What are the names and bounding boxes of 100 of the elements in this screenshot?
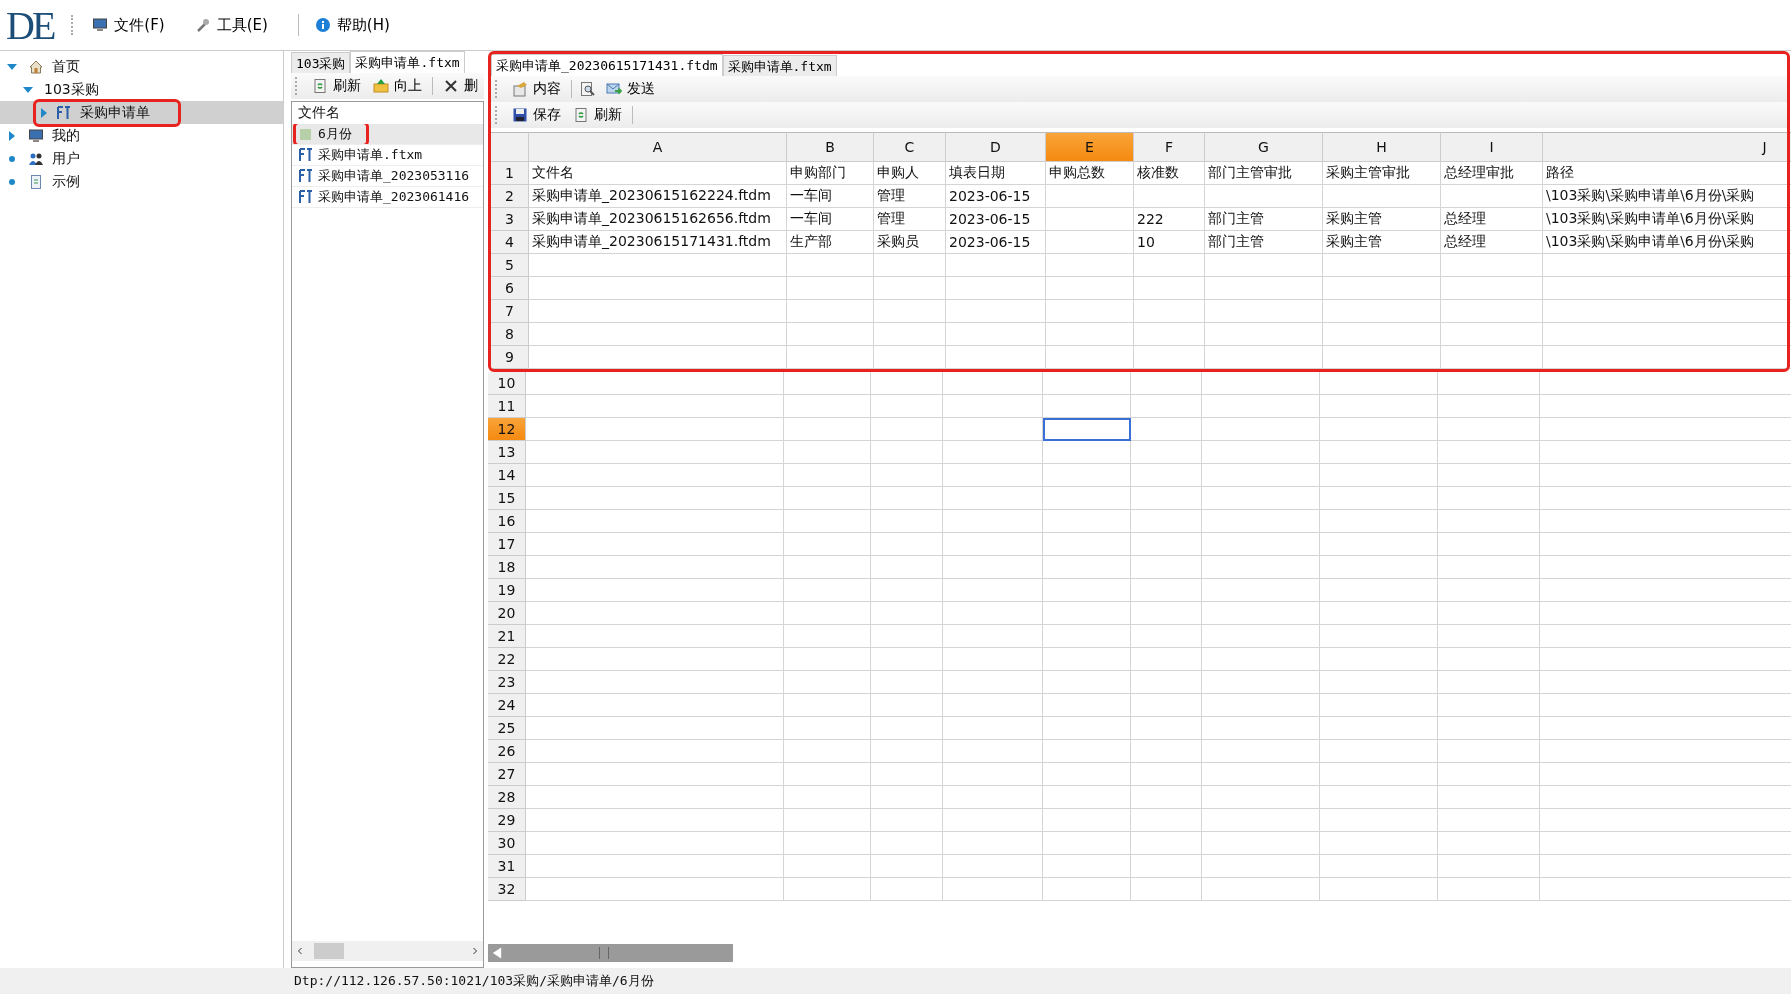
table-cell: 总经理审批 [1441, 162, 1543, 185]
column-header[interactable]: G [1205, 132, 1323, 162]
tree-label: 103采购 [44, 80, 99, 99]
menu-item[interactable]: 文件(F) [88, 11, 183, 39]
selected-cell[interactable] [1043, 418, 1131, 441]
table-cell: 管理 [874, 185, 946, 208]
column-header[interactable]: J [1543, 132, 1791, 162]
column-header[interactable]: F [1134, 132, 1205, 162]
tree-item[interactable]: 103采购 [0, 78, 283, 101]
row-number: 2 [491, 185, 529, 208]
row-number: 21 [488, 625, 526, 648]
table-cell [871, 556, 943, 579]
horizontal-scrollbar[interactable] [488, 944, 733, 962]
table-cell [871, 395, 943, 418]
toolbar-button[interactable]: 内容 [508, 78, 565, 100]
table-cell: 总经理 [1441, 208, 1543, 231]
scroll-right-icon[interactable] [470, 946, 480, 956]
toolbar-button[interactable]: 刷新 [308, 75, 365, 97]
file-name: 采购申请单.ftxm [318, 146, 423, 164]
table-cell [1134, 277, 1205, 300]
table-cell [871, 625, 943, 648]
table-cell [1131, 740, 1202, 763]
row-number: 19 [488, 579, 526, 602]
file-item[interactable]: 采购申请单_2023061416 [292, 187, 483, 208]
menu-item[interactable]: 工具(E) [190, 11, 286, 39]
table-cell [1131, 533, 1202, 556]
table-cell [874, 323, 946, 346]
row-number: 10 [488, 372, 526, 395]
column-header[interactable]: B [787, 132, 874, 162]
folder-up-icon [373, 78, 389, 94]
tab[interactable]: 103采购 [291, 52, 351, 73]
file-item[interactable]: 采购申请单.ftxm [292, 145, 483, 166]
tree-item[interactable]: 采购申请单 [0, 101, 283, 124]
table-cell [1131, 556, 1202, 579]
toolbar-button[interactable]: 刷新 [569, 104, 626, 126]
refresh-icon [312, 78, 328, 94]
tab[interactable]: 采购申请单_20230615171431.ftdm [491, 54, 723, 76]
table-cell [1134, 254, 1205, 277]
info-icon [314, 17, 331, 33]
row-number: 24 [488, 694, 526, 717]
column-header[interactable]: C [874, 132, 946, 162]
column-header[interactable]: E [1046, 132, 1134, 162]
tab[interactable]: 采购申请单.ftxm [350, 51, 465, 73]
table-cell [1131, 694, 1202, 717]
file-item[interactable]: 采购申请单_2023053116 [292, 166, 483, 187]
table-cell [871, 487, 943, 510]
ft-file-icon [56, 104, 72, 121]
table-cell [1131, 487, 1202, 510]
scrollbar-thumb[interactable] [314, 943, 344, 959]
table-cell [1131, 395, 1202, 418]
horizontal-scrollbar[interactable] [292, 941, 483, 961]
tree-item[interactable]: 用户 [0, 147, 283, 170]
table-cell: \103采购\采购申请单\6月份\采购 [1543, 231, 1791, 254]
row-number: 6 [491, 277, 529, 300]
column-header[interactable]: I [1441, 132, 1543, 162]
table-cell: 2023-06-15 [946, 185, 1046, 208]
status-bar: Dtp://112.126.57.50:1021/103采购/采购申请单/6月份 [0, 968, 1791, 994]
table-cell [1131, 786, 1202, 809]
table-cell [871, 855, 943, 878]
tree-item[interactable]: 我的 [0, 124, 283, 147]
table-cell [1131, 510, 1202, 533]
table-cell [1131, 441, 1202, 464]
row-number: 16 [488, 510, 526, 533]
toolbar-button[interactable]: 发送 [602, 78, 659, 100]
table-cell [871, 740, 943, 763]
column-header[interactable]: D [946, 132, 1046, 162]
table-cell [871, 832, 943, 855]
toolbar-button[interactable]: 保存 [508, 104, 565, 126]
menu-item[interactable]: 帮助(H) [310, 11, 408, 39]
document-icon [28, 173, 44, 190]
table-cell [874, 300, 946, 323]
row-number: 8 [491, 323, 529, 346]
row-number: 30 [488, 832, 526, 855]
table-cell [871, 809, 943, 832]
refresh-icon [573, 107, 589, 123]
table-cell [871, 878, 943, 901]
table-cell [874, 346, 946, 369]
row-number: 11 [488, 395, 526, 418]
delete-icon [443, 78, 459, 94]
tab[interactable]: 采购申请单.ftxm [722, 55, 837, 76]
table-cell [1131, 878, 1202, 901]
column-header[interactable]: H [1323, 132, 1441, 162]
file-item[interactable]: 6月份 [292, 124, 483, 145]
table-cell [871, 579, 943, 602]
tree-item[interactable]: 示例 [0, 170, 283, 193]
table-cell: 10 [1134, 231, 1205, 254]
table-cell [871, 602, 943, 625]
table-cell: 一车间 [787, 185, 874, 208]
row-number: 15 [488, 487, 526, 510]
table-cell [1131, 671, 1202, 694]
tree-item[interactable]: 首页 [0, 55, 283, 78]
table-cell: 采购员 [874, 231, 946, 254]
column-header[interactable]: A [529, 132, 787, 162]
toolbar-button[interactable]: 向上 [369, 75, 426, 97]
ft-file-icon [298, 189, 314, 205]
corner-cell[interactable] [491, 132, 529, 162]
toolbar-button[interactable]: 删 [439, 75, 482, 97]
table-cell [1131, 418, 1202, 441]
house-icon [28, 58, 44, 75]
scroll-left-icon[interactable] [295, 946, 305, 956]
